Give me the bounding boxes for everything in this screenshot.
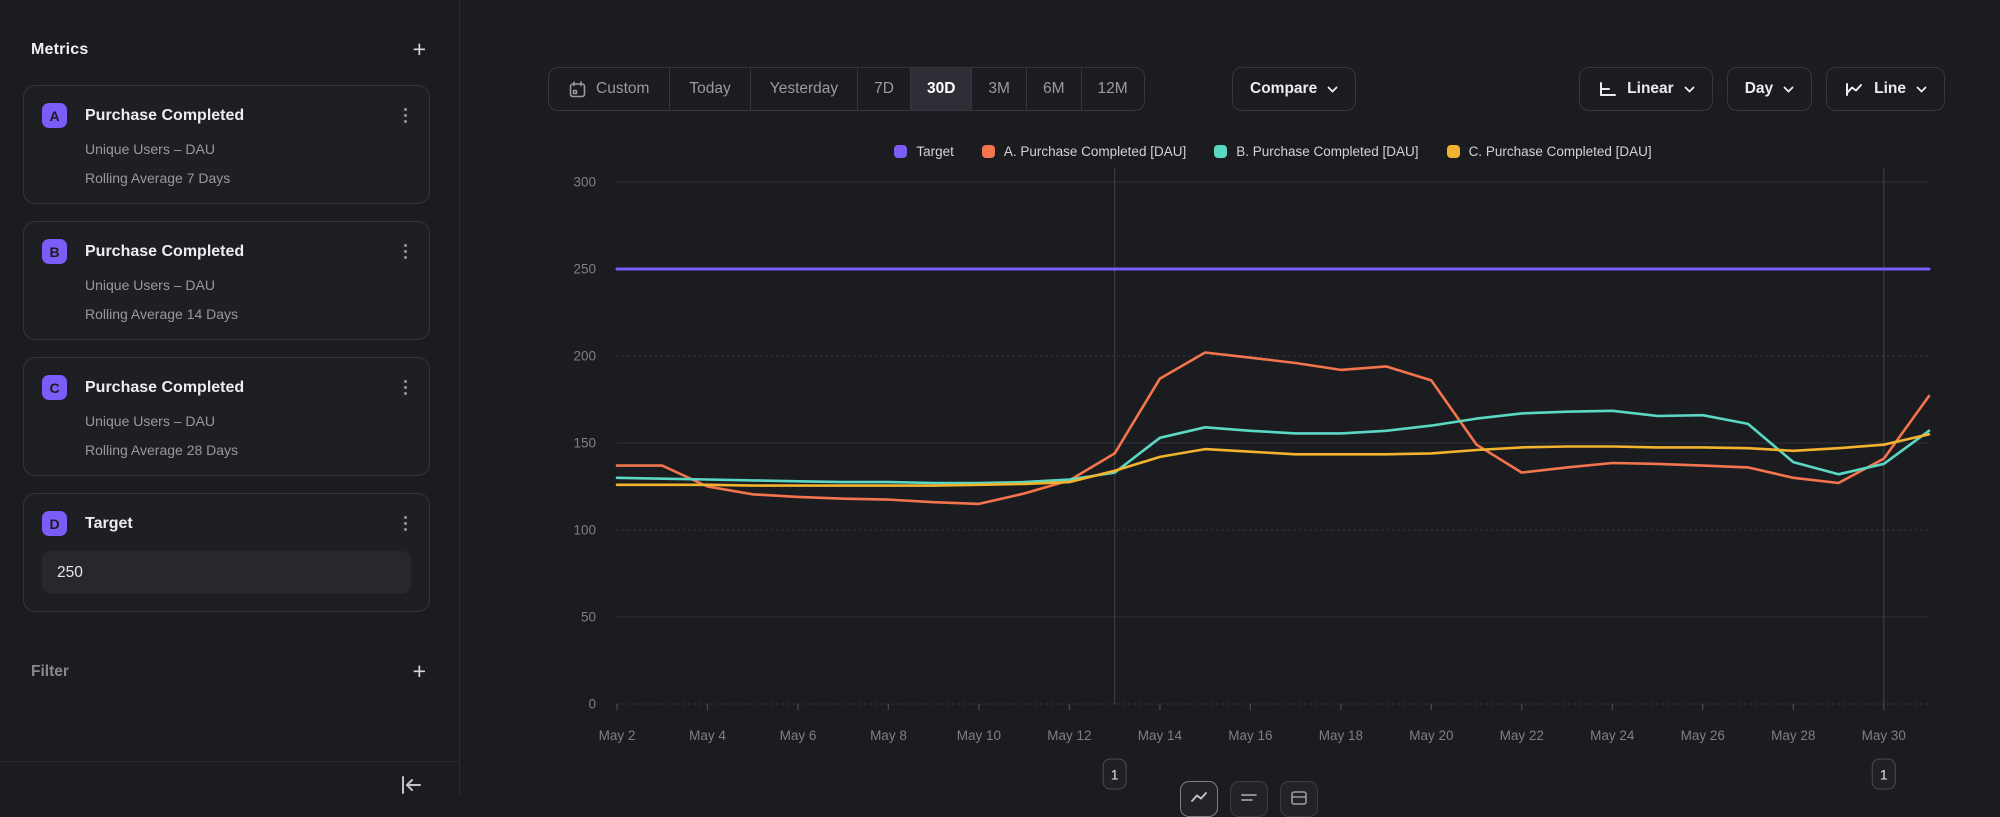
x-axis-label: May 28: [1771, 728, 1815, 743]
y-axis-label-200: 200: [573, 349, 596, 364]
metric-menu-button[interactable]: [400, 104, 411, 127]
collapse-sidebar-button[interactable]: [398, 774, 424, 799]
add-metric-button[interactable]: +: [409, 38, 430, 61]
table-icon: [1290, 790, 1308, 806]
x-axis-label: May 30: [1862, 728, 1906, 743]
metric-badge-b: B: [42, 239, 67, 264]
y-axis-label-300: 300: [573, 175, 596, 190]
line-chart-icon: [1190, 790, 1208, 806]
add-filter-button[interactable]: +: [409, 660, 430, 683]
x-axis-label: May 16: [1228, 728, 1272, 743]
metric-detail: Rolling Average 28 Days: [85, 442, 411, 458]
x-axis-label: May 12: [1047, 728, 1091, 743]
metric-menu-button[interactable]: [400, 376, 411, 399]
filter-heading: Filter: [31, 663, 69, 681]
annotation-badge-label: 1: [1880, 767, 1888, 783]
view-bar-chart-button[interactable]: [1230, 781, 1268, 817]
x-axis-label: May 8: [870, 728, 907, 743]
y-axis-label-250: 250: [573, 262, 596, 277]
view-line-chart-button[interactable]: [1180, 781, 1218, 817]
metric-subtitle: Unique Users – DAU: [85, 141, 411, 157]
x-axis-label: May 14: [1138, 728, 1183, 743]
view-table-button[interactable]: [1280, 781, 1318, 817]
x-axis-label: May 10: [957, 728, 1001, 743]
x-axis-label: May 22: [1500, 728, 1544, 743]
y-axis-label-150: 150: [573, 436, 596, 451]
x-axis-label: May 4: [689, 728, 726, 743]
x-axis-label: May 24: [1590, 728, 1635, 743]
y-axis-label-50: 50: [581, 610, 596, 625]
bar-chart-icon: [1240, 790, 1258, 806]
metrics-sidebar: Metrics + A Purchase Completed Unique Us…: [0, 0, 460, 796]
chart-panel: Custom Today Yesterday 7D 30D 3M 6M 12M …: [460, 0, 2000, 796]
metric-subtitle: Unique Users – DAU: [85, 413, 411, 429]
x-axis-label: May 2: [599, 728, 636, 743]
y-axis-label-0: 0: [588, 697, 596, 712]
metric-title: Purchase Completed: [85, 107, 400, 125]
metric-detail: Rolling Average 14 Days: [85, 306, 411, 322]
target-value-input[interactable]: [42, 551, 411, 594]
metric-card-b[interactable]: B Purchase Completed Unique Users – DAU …: [23, 221, 430, 340]
metric-title: Purchase Completed: [85, 243, 400, 261]
target-card[interactable]: D Target: [23, 493, 430, 612]
metric-card-c[interactable]: C Purchase Completed Unique Users – DAU …: [23, 357, 430, 476]
metric-title: Purchase Completed: [85, 379, 400, 397]
metric-card-a[interactable]: A Purchase Completed Unique Users – DAU …: [23, 85, 430, 204]
annotation-badge-label: 1: [1111, 767, 1119, 783]
x-axis-label: May 18: [1319, 728, 1363, 743]
x-axis-label: May 6: [780, 728, 817, 743]
x-axis-label: May 20: [1409, 728, 1453, 743]
chart-svg: 0 50 100 150 200 250 300 May 2 May 4 May 6 May 8 Ma…: [460, 0, 2000, 796]
series-line-3: [617, 434, 1929, 485]
chart-view-switcher: [1180, 781, 1318, 817]
sidebar-divider: [0, 761, 459, 762]
metrics-heading: Metrics: [31, 41, 88, 59]
target-title: Target: [85, 515, 400, 533]
collapse-left-icon: [398, 774, 424, 796]
metric-menu-button[interactable]: [400, 240, 411, 263]
metric-subtitle: Unique Users – DAU: [85, 277, 411, 293]
metric-detail: Rolling Average 7 Days: [85, 170, 411, 186]
x-axis-label: May 26: [1681, 728, 1725, 743]
metric-badge-a: A: [42, 103, 67, 128]
metric-menu-button[interactable]: [400, 512, 411, 535]
y-axis-label-100: 100: [573, 523, 596, 538]
metric-badge-c: C: [42, 375, 67, 400]
metric-badge-d: D: [42, 511, 67, 536]
